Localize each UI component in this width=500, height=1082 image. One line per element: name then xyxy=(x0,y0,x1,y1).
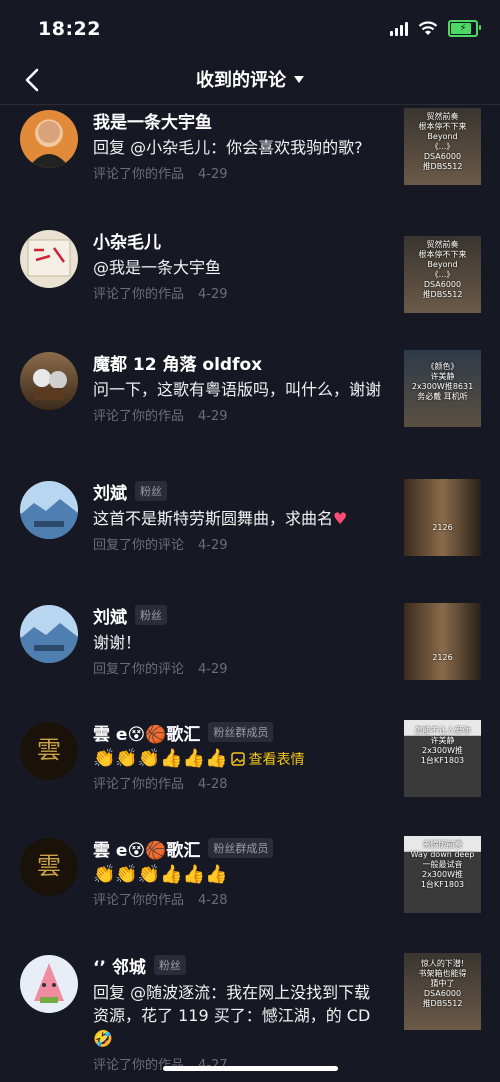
comment-meta: 回复了你的评论 4-29 xyxy=(93,538,228,553)
user-name[interactable]: 刘斌 xyxy=(93,479,127,504)
video-thumbnail[interactable]: 《颜色》 许美静 2x300W推8631 务必戴 耳机听 xyxy=(404,350,481,427)
list-item[interactable]: 刘斌 粉丝 谢谢！ 回复了你的评论 4-29 2126 xyxy=(0,601,500,721)
video-thumbnail[interactable]: 惊人的下潜! 书架箱也能得 猜中了 DSA6000 推DBS512 xyxy=(404,953,481,1030)
comment-content: 我是一条大宇鱼 回复 @小杂毛儿：你会喜欢我驹的歌? 评论了你的作品 4-29 xyxy=(93,106,383,183)
home-indicator[interactable] xyxy=(163,1066,338,1071)
video-thumbnail[interactable]: 2126 xyxy=(404,479,481,556)
thumbnail-caption: 贸然前奏 根本停不下来 Beyond 《...》 DSA6000 推DBS512 xyxy=(418,240,467,299)
battery-icon: ⚡ xyxy=(448,20,481,37)
comment-content: 刘斌 粉丝 这首不是斯特劳斯圆舞曲，求曲名♥ 回复了你的评论 4-29 xyxy=(93,477,383,553)
list-item[interactable]: 刘斌 粉丝 这首不是斯特劳斯圆舞曲，求曲名♥ 回复了你的评论 4-29 2126 xyxy=(0,477,500,597)
comment-content: 魔都 12 角落 oldfox 问一下，这歌有粤语版吗，叫什么，谢谢 评论了你的… xyxy=(93,348,383,425)
video-thumbnail[interactable]: 贸然前奏 根本停不下来 Beyond 《...》 DSA6000 推DBS512 xyxy=(404,236,481,313)
avatar[interactable] xyxy=(20,352,78,410)
user-name[interactable]: 我是一条大宇鱼 xyxy=(93,108,212,133)
list-item[interactable]: 雲 雲 e😵🏀歌汇 粉丝群成员 👏👏👏👍👍👍 评论了你的作品 4-28 沸腾版前奏… xyxy=(0,834,500,954)
fan-badge: 粉丝 xyxy=(153,955,186,975)
comment-text: 问一下，这歌有粤语版吗，叫什么，谢谢 xyxy=(93,380,382,399)
user-name[interactable]: 刘斌 xyxy=(93,603,127,628)
comment-content: 小杂毛儿 @我是一条大宇鱼 评论了你的作品 4-29 xyxy=(93,226,383,303)
thumbnail-caption: 《颜色》 许美静 2x300W推8631 务必戴 耳机听 xyxy=(411,362,474,401)
comment-meta: 回复了你的评论 4-29 xyxy=(93,662,228,677)
image-icon xyxy=(231,751,246,766)
svg-text:雲: 雲 xyxy=(37,852,61,880)
thumbnail-caption: 怎能不让人爱你 许美静 2x300W推 1台KF1803 xyxy=(414,726,471,765)
comment-text: 回复 @随波逐流：我在网上没找到下载资源，花了 119 买了：憾江湖，的 CD🤣 xyxy=(93,983,371,1048)
comment-content: ‘’ 邻城 粉丝 回复 @随波逐流：我在网上没找到下载资源，花了 119 买了：憾… xyxy=(93,951,383,1073)
title-dropdown[interactable]: 收到的评论 xyxy=(0,66,500,92)
user-name[interactable]: 雲 e😵🏀歌汇 xyxy=(93,720,200,745)
comment-meta: 评论了你的作品 4-28 xyxy=(93,777,228,792)
comment-text: 这首不是斯特劳斯圆舞曲，求曲名♥ xyxy=(93,509,348,528)
user-name[interactable]: 魔都 12 角落 oldfox xyxy=(93,350,262,375)
signal-icon xyxy=(390,21,408,36)
wifi-icon xyxy=(418,21,438,35)
list-item[interactable]: ‘’ 邻城 粉丝 回复 @随波逐流：我在网上没找到下载资源，花了 119 买了：憾… xyxy=(0,951,500,1073)
emoji-comment: 👏👏👏👍👍👍 查看表情 xyxy=(93,748,305,769)
avatar[interactable] xyxy=(20,110,78,168)
avatar[interactable]: 雲 xyxy=(20,838,78,896)
fan-badge: 粉丝 xyxy=(135,605,167,625)
thumbnail-caption: 惊人的下潜! 书架箱也能得 猜中了 DSA6000 推DBS512 xyxy=(418,959,467,1008)
caret-down-icon xyxy=(294,76,304,83)
list-item[interactable]: 我是一条大宇鱼 回复 @小杂毛儿：你会喜欢我驹的歌? 评论了你的作品 4-29 贸… xyxy=(0,106,500,226)
status-time: 18:22 xyxy=(38,18,101,40)
comment-content: 刘斌 粉丝 谢谢！ 回复了你的评论 4-29 xyxy=(93,601,383,677)
video-thumbnail[interactable]: 贸然前奏 根本停不下来 Beyond 《...》 DSA6000 推DBS512 xyxy=(404,108,481,185)
video-thumbnail[interactable]: 沸腾版前奏 Way down deep 一般最试音 2x300W推 1台KF1803 xyxy=(404,836,481,913)
list-item[interactable]: 魔都 12 角落 oldfox 问一下，这歌有粤语版吗，叫什么，谢谢 评论了你的… xyxy=(0,348,500,468)
nav-bar: 收到的评论 xyxy=(0,58,500,105)
emoji-comment: 👏👏👏👍👍👍 xyxy=(93,864,228,885)
video-thumbnail[interactable]: 2126 xyxy=(404,603,481,680)
user-name[interactable]: 小杂毛儿 xyxy=(93,228,161,253)
status-bar: 18:22 ⚡ xyxy=(0,0,500,58)
fan-badge: 粉丝 xyxy=(135,481,167,501)
thumbnail-caption: 贸然前奏 根本停不下来 Beyond 《...》 DSA6000 推DBS512 xyxy=(418,112,467,171)
avatar[interactable] xyxy=(20,481,78,539)
heart-emoji-icon: ♥ xyxy=(333,509,348,528)
comment-meta: 评论了你的作品 4-29 xyxy=(93,409,228,424)
comment-text: 谢谢！ xyxy=(93,633,142,652)
comment-text: 回复 @小杂毛儿：你会喜欢我驹的歌? xyxy=(93,138,363,157)
fan-group-badge: 粉丝群成员 xyxy=(208,722,274,742)
user-name[interactable]: ‘’ 邻城 xyxy=(93,953,146,978)
view-sticker-link[interactable]: 查看表情 xyxy=(231,749,304,769)
list-item[interactable]: 小杂毛儿 @我是一条大宇鱼 评论了你的作品 4-29 贸然前奏 根本停不下来 Beyo… xyxy=(0,226,500,346)
comment-meta: 评论了你的作品 4-29 xyxy=(93,167,228,182)
comment-meta: 评论了你的作品 4-28 xyxy=(93,893,228,908)
status-icons: ⚡ xyxy=(390,20,481,37)
comment-content: 雲 e😵🏀歌汇 粉丝群成员 👏👏👏👍👍👍 查看表情 评论了你的作品 4-28 xyxy=(93,718,383,792)
avatar[interactable]: 雲 xyxy=(20,722,78,780)
avatar[interactable] xyxy=(20,605,78,663)
user-name[interactable]: 雲 e😵🏀歌汇 xyxy=(93,836,200,861)
page-title: 收到的评论 xyxy=(196,70,286,91)
list-item[interactable]: 雲 雲 e😵🏀歌汇 粉丝群成员 👏👏👏👍👍👍 查看表情 评论了你的作品 4-28 … xyxy=(0,718,500,838)
svg-text:雲: 雲 xyxy=(37,736,61,764)
video-thumbnail[interactable]: 怎能不让人爱你 许美静 2x300W推 1台KF1803 xyxy=(404,720,481,797)
comment-content: 雲 e😵🏀歌汇 粉丝群成员 👏👏👏👍👍👍 评论了你的作品 4-28 xyxy=(93,834,383,908)
avatar[interactable] xyxy=(20,955,78,1013)
comment-meta: 评论了你的作品 4-29 xyxy=(93,287,228,302)
avatar[interactable] xyxy=(20,230,78,288)
thumbnail-caption: 沸腾版前奏 Way down deep 一般最试音 2x300W推 1台KF1803 xyxy=(410,840,475,889)
comment-text: @我是一条大宇鱼 xyxy=(93,258,222,277)
fan-group-badge: 粉丝群成员 xyxy=(208,838,274,858)
thumbnail-caption: 2126 xyxy=(432,653,453,662)
thumbnail-caption: 2126 xyxy=(432,523,453,532)
